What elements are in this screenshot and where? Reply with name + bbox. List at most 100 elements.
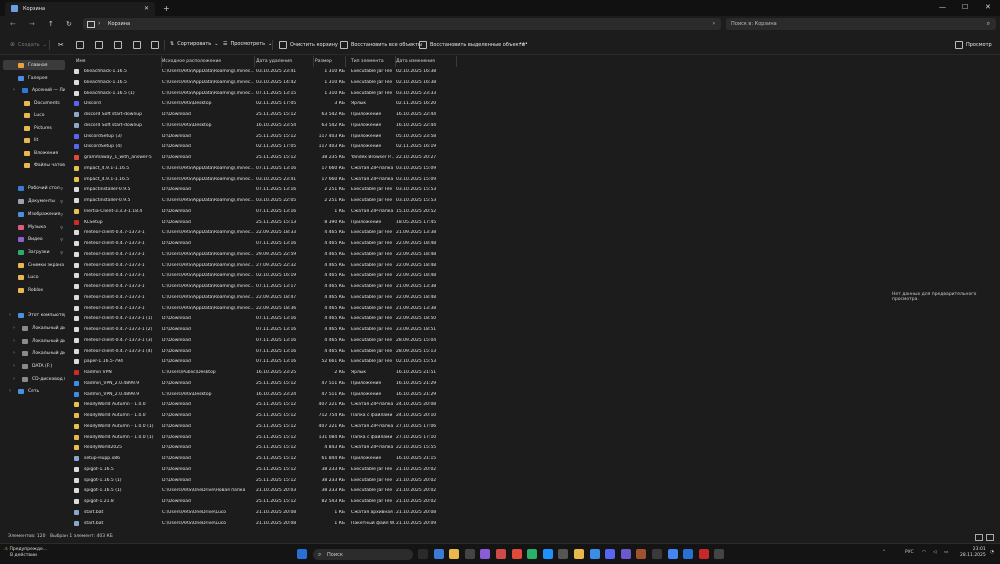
start-icon[interactable] <box>297 549 307 559</box>
table-row[interactable]: meteor-client-0.4.7-1373-1 C:\Users\ARS\A… <box>69 304 859 315</box>
vscode-icon[interactable] <box>683 549 694 559</box>
create-button[interactable]: ⊕ Создать ⌄ <box>10 41 47 48</box>
sidebar-item[interactable]: › Сеть <box>3 386 65 396</box>
sidebar-item[interactable]: › DATA (F:) <box>3 361 65 371</box>
table-row[interactable]: ReallyWorld2025 D:\Download 25.11.2025 15:… <box>69 443 859 454</box>
sidebar-item[interactable]: Вложения <box>3 148 65 158</box>
table-row[interactable]: DiscordSetup (3) D:\Download 25.11.2025 15… <box>69 132 859 143</box>
terminal-icon[interactable] <box>558 549 569 559</box>
column-header[interactable]: Размер <box>315 56 345 67</box>
chevron-right-icon[interactable]: › <box>13 325 15 331</box>
tiles-view-icon[interactable] <box>986 534 994 541</box>
browser-icon[interactable] <box>589 549 600 559</box>
app-icon[interactable] <box>652 549 662 559</box>
obs-icon[interactable] <box>620 549 631 559</box>
table-row[interactable]: spigot-1.16.5 (1) C:\Users\ARS\OneDrive\Н… <box>69 486 859 497</box>
sidebar-item[interactable]: Снимки экрана <box>3 260 65 270</box>
column-header[interactable]: Дата изменения <box>396 56 456 67</box>
file-explorer-icon[interactable] <box>449 549 460 559</box>
restore-all-button[interactable]: Восстановить все объекты <box>340 41 422 49</box>
column-divider[interactable] <box>456 56 457 67</box>
view-button[interactable]: ☰ Просмотреть ⌄ <box>223 41 272 47</box>
column-divider[interactable] <box>254 56 255 67</box>
whatsapp-icon[interactable] <box>527 549 538 559</box>
address-bar[interactable]: › Корзина › <box>83 18 721 30</box>
chevron-right-icon[interactable]: › <box>9 312 11 318</box>
new-tab-button[interactable]: + <box>163 4 170 13</box>
table-row[interactable]: Radmin_VPN_2.0.4899.9 D:\Download 25.11.20… <box>69 379 859 390</box>
column-header[interactable]: Дата удаления <box>256 56 313 67</box>
column-header[interactable]: Исходное расположение <box>162 56 254 67</box>
minecraft-icon[interactable] <box>636 549 647 559</box>
copy-icon[interactable] <box>76 41 84 49</box>
refresh-icon[interactable]: ↻ <box>66 20 72 28</box>
close-tab-icon[interactable]: ✕ <box>144 5 149 12</box>
table-row[interactable]: start.bat C:\Users\ARS\OneDrive\Luco 21.10… <box>69 519 859 530</box>
sidebar-item[interactable]: › Арсений — Личное <box>3 85 65 95</box>
taskbar-search[interactable]: ⌕ Поиск <box>313 549 413 560</box>
paste-icon[interactable] <box>95 41 103 49</box>
store-icon[interactable] <box>464 549 475 559</box>
table-row[interactable]: start.bat C:\Users\ARS\OneDrive\Luco 21.10… <box>69 508 859 519</box>
sidebar-item[interactable]: Галерея <box>3 73 65 83</box>
sort-button[interactable]: ⇅ Сортировать ⌄ <box>170 41 218 47</box>
restore-selected-button[interactable]: Восстановить выделенные объекты <box>419 41 525 49</box>
sidebar-item[interactable]: Главная <box>3 60 65 70</box>
table-row[interactable]: ReallyWorld Autumn - 1.0.0 D:\Download 25.… <box>69 400 859 411</box>
table-row[interactable]: ReallyWorld Autumn - 1.0.0 D:\Download 25.… <box>69 411 859 422</box>
table-row[interactable]: Radmin_VPN_2.0.4899.9 C:\Users\ARS\Deskto… <box>69 390 859 401</box>
table-row[interactable]: meteor-client-0.4.7-1373-1 (2) D:\Downloa… <box>69 325 859 336</box>
table-row[interactable]: ReallyWorld Autumn - 1.0.0 (1) D:\Downloa… <box>69 433 859 444</box>
table-row[interactable]: spigot-1.21.8 D:\Download 25.11.2025 15:12… <box>69 497 859 508</box>
table-row[interactable]: Radmin VPN C:\Users\Public\Desktop 16.10.2… <box>69 368 859 379</box>
table-row[interactable]: Inertia-Client-3.3.3-1.18.4 D:\Download 07… <box>69 207 859 218</box>
app-icon[interactable] <box>714 549 725 559</box>
share-icon[interactable] <box>133 41 141 49</box>
more-options-button[interactable]: ••• <box>519 41 528 47</box>
discord-icon[interactable] <box>605 549 616 559</box>
table-row[interactable]: meteor-client-0.4.7-1373-1 C:\Users\ARS\A… <box>69 271 859 282</box>
sidebar-item[interactable]: Documents <box>3 98 65 108</box>
delete-icon[interactable] <box>151 41 159 49</box>
volume-icon[interactable]: ◁ <box>933 550 936 555</box>
table-row[interactable]: meteor-client-0.4.7-1373-1 C:\Users\ARS\A… <box>69 282 859 293</box>
table-row[interactable]: spigot-1.16.5 D:\Download 25.11.2025 15:12… <box>69 465 859 476</box>
sidebar-item[interactable]: Музыка ⚲ <box>3 222 65 232</box>
yandex-icon[interactable] <box>496 549 506 559</box>
sidebar-item[interactable]: Luco <box>3 272 65 282</box>
notification[interactable]: ⚠ Предупрежде... В действии <box>4 547 47 559</box>
sidebar-item[interactable]: Luco <box>3 110 65 120</box>
table-row[interactable]: blieachhack-1.16.5 (1) C:\Users\ARS\AppDa… <box>69 89 859 100</box>
chevron-right-icon[interactable]: › <box>13 350 15 356</box>
tray-chevron-icon[interactable]: ⌃ <box>882 550 886 555</box>
table-row[interactable]: paper-1.16.5-794 D:\Download 07.11.2025 13… <box>69 357 859 368</box>
close-window-button[interactable]: ✕ <box>985 3 991 11</box>
table-row[interactable]: Discord C:\Users\ARS\Desktop 02.11.2025 17… <box>69 99 859 110</box>
sidebar-item[interactable]: › Локальный диск <box>3 336 65 346</box>
minimize-button[interactable]: — <box>939 3 946 11</box>
table-row[interactable]: impactinstaller-0.9.5 C:\Users\ARS\AppDat… <box>69 196 859 207</box>
sidebar-item[interactable]: Файлы чатов Microsoft <box>3 160 65 170</box>
table-row[interactable]: meteor-client-0.4.7-1373-1 C:\Users\ARS\A… <box>69 228 859 239</box>
table-row[interactable]: meteor-client-0.4.7-1373-1 D:\Download 07.… <box>69 239 859 250</box>
sidebar-item[interactable]: Документы ⚲ <box>3 196 65 206</box>
back-icon[interactable]: ← <box>10 20 16 28</box>
sidebar-item[interactable]: › Локальный диск <box>3 323 65 333</box>
table-row[interactable]: meteor-client-0.4.7-1373-1 (1) D:\Downloa… <box>69 314 859 325</box>
cut-icon[interactable]: ✂ <box>58 41 64 49</box>
table-row[interactable]: meteor-client-0.4.7-1373-1 C:\Users\ARS\A… <box>69 293 859 304</box>
maximize-button[interactable]: ☐ <box>962 3 968 11</box>
table-row[interactable]: discord Soft start-downup C:\Users\ARS\De… <box>69 121 859 132</box>
table-row[interactable]: impact_4.9.1-1.16.5 C:\Users\ARS\AppData\… <box>69 164 859 175</box>
language-indicator[interactable]: РУС <box>905 550 914 555</box>
details-view-icon[interactable] <box>975 534 983 541</box>
chevron-right-icon[interactable]: › <box>13 338 15 344</box>
folder-icon[interactable] <box>574 549 584 559</box>
sidebar-item[interactable]: Видео ⚲ <box>3 234 65 244</box>
chevron-right-icon[interactable]: › <box>13 376 15 382</box>
tab-recycle-bin[interactable]: Корзина ✕ <box>5 2 155 16</box>
notification-bell-icon[interactable]: ◔ <box>990 550 994 555</box>
table-row[interactable]: DiscordSetup (4) D:\Download 02.11.2025 17… <box>69 142 859 153</box>
table-row[interactable]: blieachhack-1.16.5 C:\Users\ARS\AppData\R… <box>69 67 859 78</box>
table-row[interactable]: meteor-client-0.4.7-1373-1 (3) D:\Downloa… <box>69 336 859 347</box>
